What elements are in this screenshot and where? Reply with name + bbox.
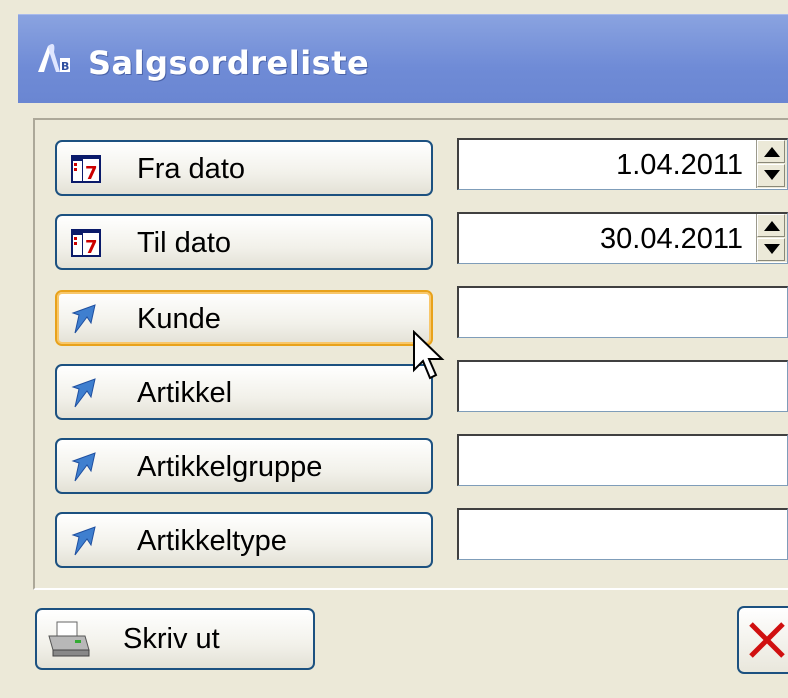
calendar-icon: 7 <box>71 229 101 258</box>
fra-dato-input[interactable]: 1.04.2011 <box>457 138 788 190</box>
artikkel-button[interactable]: Artikkel <box>55 364 433 420</box>
arrow-icon <box>71 452 96 482</box>
fra-dato-button[interactable]: 7 Fra dato <box>55 140 433 196</box>
artikkelgruppe-button[interactable]: Artikkelgruppe <box>55 438 433 494</box>
svg-text:B: B <box>61 60 69 73</box>
til-dato-button[interactable]: 7 Til dato <box>55 214 433 270</box>
til-dato-label: Til dato <box>137 227 232 259</box>
artikkelgruppe-label: Artikkelgruppe <box>137 451 323 483</box>
arrow-icon <box>71 378 96 408</box>
fra-dato-label: Fra dato <box>137 153 245 185</box>
print-label: Skriv ut <box>123 623 220 655</box>
artikkeltype-input[interactable] <box>457 508 788 560</box>
fra-dato-spinner[interactable] <box>756 140 787 188</box>
mouse-cursor-icon <box>413 330 445 380</box>
spin-up-icon[interactable] <box>757 214 785 237</box>
artikkelgruppe-input[interactable] <box>457 434 788 486</box>
artikkeltype-button[interactable]: Artikkeltype <box>55 512 433 568</box>
svg-text:7: 7 <box>85 237 98 258</box>
close-icon <box>749 622 785 658</box>
til-dato-value: 30.04.2011 <box>600 223 743 255</box>
spin-up-icon[interactable] <box>757 140 785 163</box>
spin-down-icon[interactable] <box>757 238 785 261</box>
til-dato-spinner[interactable] <box>756 214 787 262</box>
artikkel-label: Artikkel <box>137 377 233 409</box>
artikkeltype-label: Artikkeltype <box>137 525 287 557</box>
printer-icon <box>48 621 90 657</box>
kunde-label: Kunde <box>137 303 221 335</box>
fra-dato-value: 1.04.2011 <box>616 149 743 181</box>
spin-down-icon[interactable] <box>757 164 785 187</box>
til-dato-input[interactable]: 30.04.2011 <box>457 212 788 264</box>
app-logo-icon: B <box>38 44 70 73</box>
arrow-icon <box>71 526 96 556</box>
cancel-button[interactable] <box>737 606 788 674</box>
kunde-input[interactable] <box>457 286 788 338</box>
window-title: Salgsordreliste <box>88 44 370 82</box>
arrow-icon <box>71 304 96 334</box>
print-button[interactable]: Skriv ut <box>35 608 315 670</box>
kunde-button[interactable]: Kunde <box>55 290 433 346</box>
svg-text:7: 7 <box>85 163 98 184</box>
artikkel-input[interactable] <box>457 360 788 412</box>
calendar-icon: 7 <box>71 155 101 184</box>
